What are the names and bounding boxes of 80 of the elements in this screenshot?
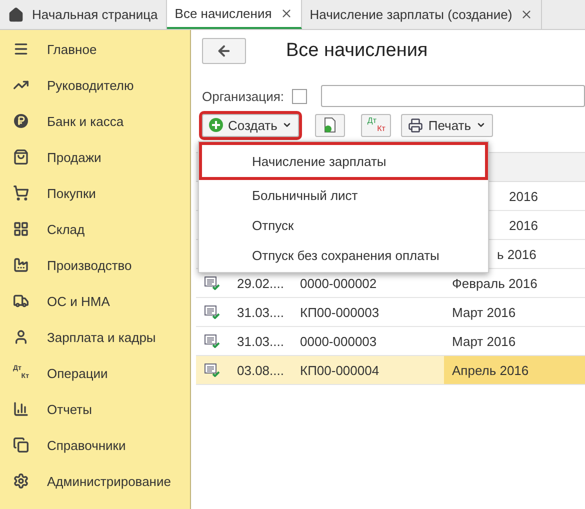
menu-icon	[13, 41, 29, 57]
sidebar-label: Склад	[47, 222, 85, 236]
page-title: Все начисления	[286, 40, 428, 62]
truck-icon	[13, 293, 29, 309]
posted-document-icon	[204, 276, 220, 290]
shopping-bag-icon	[13, 149, 29, 165]
sidebar-label: Банк и касса	[47, 114, 124, 128]
sidebar-label: Справочники	[47, 438, 126, 452]
menu-item[interactable]: Отпуск	[199, 210, 488, 240]
sidebar-item[interactable]: Производство	[0, 247, 190, 283]
sidebar-label: Операции	[47, 366, 108, 380]
bar-chart-icon	[13, 401, 29, 417]
sidebar-item[interactable]: Покупки	[0, 175, 190, 211]
sidebar-item[interactable]: Администрирование	[0, 463, 190, 499]
grid-icon	[13, 221, 29, 237]
stacked-pages-icon	[13, 437, 29, 453]
month-cell-text: 2016	[508, 216, 539, 234]
checkbox[interactable]	[292, 88, 308, 104]
sidebar-label: Зарплата и кадры	[47, 330, 156, 344]
debit-credit-button[interactable]: Дт Кт	[361, 114, 392, 136]
month-cell-text: Март 2016	[451, 332, 517, 351]
tab-label: Начисление зарплаты (создание)	[310, 7, 512, 22]
new-document-button[interactable]	[315, 114, 346, 136]
date-cell-text: 03.08....	[236, 362, 285, 380]
cart-icon	[13, 185, 29, 201]
sidebar-item[interactable]: Банк и касса	[0, 103, 190, 139]
month-cell: Апрель 2016	[444, 356, 585, 384]
date-cell-text: 31.03....	[236, 304, 285, 322]
organization-field[interactable]	[321, 85, 585, 107]
sidebar-item[interactable]: Руководителю	[0, 67, 190, 103]
table-row[interactable]: 03.08.... КП00-000004 Апрель 2016	[196, 356, 585, 385]
sidebar-label: Продажи	[47, 150, 102, 164]
print-button[interactable]: Печать	[401, 114, 493, 136]
number-cell-text: 0000-000002	[299, 274, 378, 292]
close-icon[interactable]	[280, 7, 293, 20]
sidebar-label: Администрирование	[47, 474, 171, 488]
close-icon[interactable]	[520, 8, 534, 21]
caret-icon	[476, 120, 486, 130]
plus-icon	[209, 118, 223, 132]
back-button[interactable]	[202, 38, 246, 64]
sidebar-label: Главное	[47, 42, 97, 56]
home-icon	[8, 6, 24, 22]
sidebar-item[interactable]: Справочники	[0, 427, 190, 463]
sidebar-label: Отчеты	[47, 402, 92, 416]
tab-label: Начальная страница	[32, 7, 158, 22]
posted-document-icon	[204, 363, 220, 377]
posted-document-icon	[204, 334, 220, 348]
sidebar-item[interactable]: Отчеты	[0, 391, 190, 427]
menu-item[interactable]: Отпуск без сохранения оплаты	[199, 240, 488, 270]
sidebar-label: Руководителю	[47, 78, 134, 92]
person-icon	[13, 329, 29, 345]
sidebar-item[interactable]: Продажи	[0, 139, 190, 175]
ruble-coin-icon	[13, 113, 29, 129]
month-cell-text: Февраль 2016	[451, 274, 538, 293]
number-cell-text: КП00-000003	[299, 304, 380, 322]
sidebar-item[interactable]: Главное	[0, 31, 190, 67]
number-cell-text: КП00-000004	[299, 362, 380, 380]
sidebar-label: Покупки	[47, 186, 96, 200]
sidebar-item[interactable]: Склад	[0, 211, 190, 247]
sidebar-item[interactable]: Зарплата и кадры	[0, 319, 190, 355]
menu-item[interactable]: Больничный лист	[199, 180, 488, 210]
date-cell-text: 29.02....	[236, 274, 285, 292]
printer-icon	[408, 118, 424, 132]
factory-icon	[13, 257, 29, 273]
sidebar-label: Производство	[47, 258, 132, 272]
caret-icon	[282, 120, 292, 130]
field-label: Организация:	[202, 88, 284, 104]
menu-item[interactable]: Начисление зарплаты	[199, 142, 488, 180]
month-cell-text: Март 2016	[451, 304, 517, 322]
posted-document-icon	[204, 305, 220, 319]
settings-icon	[13, 473, 29, 489]
date-cell-text: 31.03....	[236, 332, 285, 350]
sidebar-item[interactable]: ОС и НМА	[0, 283, 190, 319]
number-cell-text: 0000-000003	[299, 332, 378, 350]
tab-label: Все начисления	[174, 6, 272, 21]
tab[interactable]: Все начисления	[166, 0, 302, 29]
add-document-icon	[323, 117, 338, 133]
month-cell-text: ь 2016	[496, 246, 538, 264]
month-cell-text: 2016	[508, 188, 539, 206]
sidebar-label: ОС и НМА	[47, 294, 110, 308]
